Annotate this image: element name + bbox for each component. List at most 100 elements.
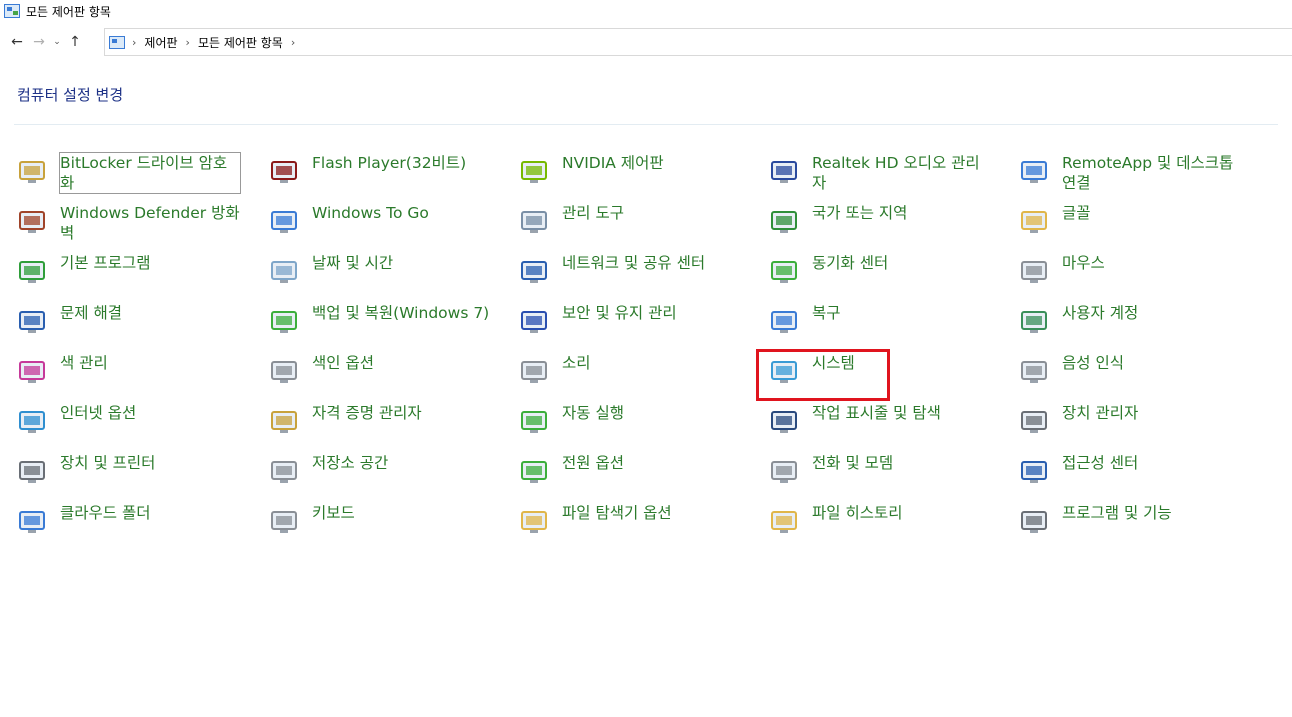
control-panel-item-label[interactable]: 동기화 센터 xyxy=(812,253,992,273)
control-panel-item[interactable]: 파일 히스토리 xyxy=(766,500,992,546)
control-panel-item[interactable]: 사용자 계정 xyxy=(1016,300,1242,346)
control-panel-item-label[interactable]: 음성 인식 xyxy=(1062,353,1242,373)
control-panel-item[interactable]: 파일 탐색기 옵션 xyxy=(516,500,742,546)
forward-button[interactable]: → xyxy=(28,30,50,54)
control-panel-item-label[interactable]: 네트워크 및 공유 센터 xyxy=(562,253,742,273)
control-panel-item[interactable]: 글꼴 xyxy=(1016,200,1242,246)
bitlocker-icon xyxy=(14,154,50,190)
control-panel-item-label[interactable]: 날짜 및 시간 xyxy=(312,253,492,273)
speech-icon xyxy=(1016,354,1052,390)
breadcrumb-all-items[interactable]: 모든 제어판 항목 xyxy=(198,34,283,51)
control-panel-item-label[interactable]: BitLocker 드라이브 암호화 xyxy=(59,152,241,194)
recent-locations-button[interactable]: ⌄ xyxy=(50,30,64,54)
control-panel-item-label[interactable]: 전원 옵션 xyxy=(562,453,742,473)
control-panel-item[interactable]: 기본 프로그램 xyxy=(14,250,240,296)
control-panel-item-label[interactable]: 파일 탐색기 옵션 xyxy=(562,503,742,523)
control-panel-item[interactable]: 색 관리 xyxy=(14,350,240,396)
control-panel-item[interactable]: 자격 증명 관리자 xyxy=(266,400,492,446)
control-panel-item[interactable]: 프로그램 및 기능 xyxy=(1016,500,1242,546)
control-panel-item[interactable]: 음성 인식 xyxy=(1016,350,1242,396)
control-panel-item[interactable]: 저장소 공간 xyxy=(266,450,492,496)
control-panel-item-label[interactable]: 관리 도구 xyxy=(562,203,742,223)
up-button[interactable]: ↑ xyxy=(64,30,86,54)
breadcrumb-separator[interactable]: › xyxy=(291,36,295,49)
control-panel-item-label[interactable]: 글꼴 xyxy=(1062,203,1242,223)
control-panel-item[interactable]: 키보드 xyxy=(266,500,492,546)
control-panel-item-label[interactable]: 장치 및 프린터 xyxy=(60,453,240,473)
control-panel-item-label[interactable]: Windows To Go xyxy=(312,203,492,223)
control-panel-item-label[interactable]: 전화 및 모뎀 xyxy=(812,453,992,473)
control-panel-item[interactable]: Realtek HD 오디오 관리자 xyxy=(766,150,992,196)
control-panel-item[interactable]: 백업 및 복원(Windows 7) xyxy=(266,300,492,346)
recovery-icon xyxy=(766,304,802,340)
control-panel-item[interactable]: 접근성 센터 xyxy=(1016,450,1242,496)
control-panel-item[interactable]: 전원 옵션 xyxy=(516,450,742,496)
control-panel-item[interactable]: 복구 xyxy=(766,300,992,346)
control-panel-item[interactable]: 소리 xyxy=(516,350,742,396)
control-panel-item-label[interactable]: 인터넷 옵션 xyxy=(60,403,240,423)
internet-options-icon xyxy=(14,404,50,440)
control-panel-item[interactable]: 마우스 xyxy=(1016,250,1242,296)
control-panel-item-label[interactable]: 소리 xyxy=(562,353,742,373)
breadcrumb-separator[interactable]: › xyxy=(132,36,136,49)
window-title: 모든 제어판 항목 xyxy=(26,4,111,19)
control-panel-item-label[interactable]: RemoteApp 및 데스크톱 연결 xyxy=(1062,153,1242,193)
control-panel-item[interactable]: 색인 옵션 xyxy=(266,350,492,396)
control-panel-item-label[interactable]: 작업 표시줄 및 탐색 xyxy=(812,403,992,423)
control-panel-item-label[interactable]: 마우스 xyxy=(1062,253,1242,273)
control-panel-item[interactable]: 시스템 xyxy=(766,350,992,396)
control-panel-item[interactable]: Windows To Go xyxy=(266,200,492,246)
control-panel-item-label[interactable]: 프로그램 및 기능 xyxy=(1062,503,1242,523)
control-panel-item-label[interactable]: 클라우드 폴더 xyxy=(60,503,240,523)
control-panel-item-label[interactable]: 보안 및 유지 관리 xyxy=(562,303,742,323)
control-panel-item[interactable]: Flash Player(32비트) xyxy=(266,150,492,196)
region-icon xyxy=(766,204,802,240)
indexing-icon xyxy=(266,354,302,390)
control-panel-item[interactable]: 장치 관리자 xyxy=(1016,400,1242,446)
control-panel-item-label[interactable]: Windows Defender 방화벽 xyxy=(60,203,240,243)
control-panel-item-label[interactable]: 색인 옵션 xyxy=(312,353,492,373)
control-panel-item[interactable]: 네트워크 및 공유 센터 xyxy=(516,250,742,296)
control-panel-item-label[interactable]: 복구 xyxy=(812,303,992,323)
control-panel-item-label[interactable]: 저장소 공간 xyxy=(312,453,492,473)
control-panel-item[interactable]: RemoteApp 및 데스크톱 연결 xyxy=(1016,150,1242,196)
control-panel-item-label[interactable]: 파일 히스토리 xyxy=(812,503,992,523)
control-panel-item-label[interactable]: 자동 실행 xyxy=(562,403,742,423)
control-panel-item[interactable]: 자동 실행 xyxy=(516,400,742,446)
control-panel-item[interactable]: NVIDIA 제어판 xyxy=(516,150,742,196)
control-panel-item-label[interactable]: 국가 또는 지역 xyxy=(812,203,992,223)
control-panel-item-label[interactable]: Flash Player(32비트) xyxy=(312,153,492,173)
control-panel-item[interactable]: 보안 및 유지 관리 xyxy=(516,300,742,346)
control-panel-item-label[interactable]: 시스템 xyxy=(812,353,992,373)
control-panel-item[interactable]: 클라우드 폴더 xyxy=(14,500,240,546)
control-panel-item[interactable]: 문제 해결 xyxy=(14,300,240,346)
control-panel-item-label[interactable]: 백업 및 복원(Windows 7) xyxy=(312,303,492,323)
control-panel-item-label[interactable]: 사용자 계정 xyxy=(1062,303,1242,323)
control-panel-item[interactable]: 관리 도구 xyxy=(516,200,742,246)
control-panel-item-label[interactable]: Realtek HD 오디오 관리자 xyxy=(812,153,992,193)
control-panel-item-label[interactable]: 색 관리 xyxy=(60,353,240,373)
autoplay-icon xyxy=(516,404,552,440)
control-panel-item[interactable]: BitLocker 드라이브 암호화 xyxy=(14,150,241,196)
control-panel-item-label[interactable]: NVIDIA 제어판 xyxy=(562,153,742,173)
control-panel-icon xyxy=(4,4,20,18)
breadcrumb-control-panel[interactable]: 제어판 xyxy=(144,34,177,51)
control-panel-item[interactable]: Windows Defender 방화벽 xyxy=(14,200,240,246)
control-panel-item[interactable]: 전화 및 모뎀 xyxy=(766,450,992,496)
control-panel-item[interactable]: 날짜 및 시간 xyxy=(266,250,492,296)
control-panel-item-label[interactable]: 접근성 센터 xyxy=(1062,453,1242,473)
back-button[interactable]: ← xyxy=(6,30,28,54)
sync-center-icon xyxy=(766,254,802,290)
control-panel-item-label[interactable]: 키보드 xyxy=(312,503,492,523)
control-panel-item-label[interactable]: 자격 증명 관리자 xyxy=(312,403,492,423)
address-bar[interactable]: › 제어판 › 모든 제어판 항목 › xyxy=(104,28,1292,56)
control-panel-item[interactable]: 장치 및 프린터 xyxy=(14,450,240,496)
control-panel-item-label[interactable]: 문제 해결 xyxy=(60,303,240,323)
control-panel-item[interactable]: 국가 또는 지역 xyxy=(766,200,992,246)
control-panel-item[interactable]: 인터넷 옵션 xyxy=(14,400,240,446)
control-panel-item-label[interactable]: 장치 관리자 xyxy=(1062,403,1242,423)
control-panel-item-label[interactable]: 기본 프로그램 xyxy=(60,253,240,273)
control-panel-item[interactable]: 작업 표시줄 및 탐색 xyxy=(766,400,992,446)
control-panel-item[interactable]: 동기화 센터 xyxy=(766,250,992,296)
breadcrumb-separator[interactable]: › xyxy=(186,36,190,49)
